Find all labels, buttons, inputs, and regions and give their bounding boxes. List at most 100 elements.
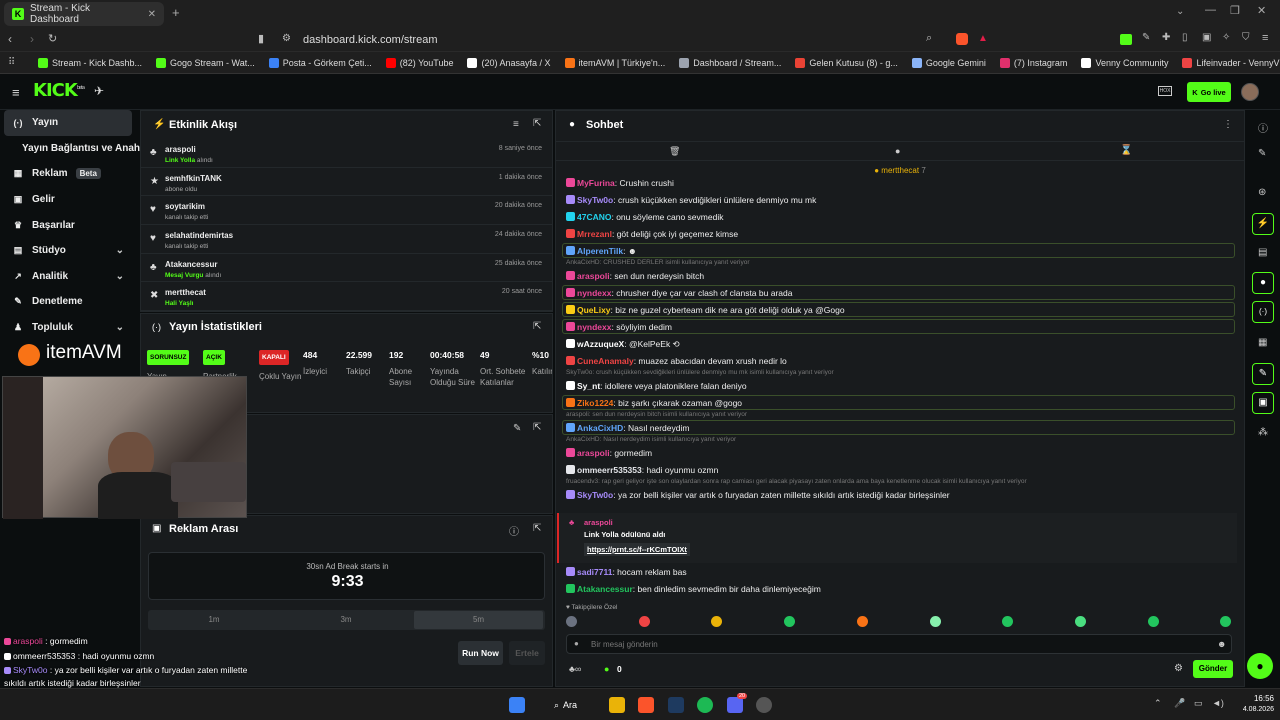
sidebar-item[interactable]: ▦ Reklam Beta	[0, 161, 138, 187]
chat-username[interactable]: AnkaCixHD	[577, 423, 623, 433]
site-info-icon[interactable]: ⚙	[282, 33, 291, 44]
ad-popout-icon[interactable]: ⇱	[533, 523, 541, 534]
forward-icon[interactable]: ›	[30, 32, 34, 46]
rail-assist-button[interactable]: ●	[1247, 653, 1273, 679]
kick-logo[interactable]: KICKbeta	[33, 80, 85, 101]
chevron-down-icon[interactable]: ⌄	[116, 271, 124, 282]
taskbar-search[interactable]: ⌕ Ara	[548, 694, 596, 716]
rail-doc-icon[interactable]: ▤	[1258, 247, 1267, 258]
new-tab-icon[interactable]: +	[172, 5, 180, 20]
chat-username[interactable]: araspoli	[577, 448, 610, 458]
extension-icon[interactable]: ✎	[1142, 32, 1150, 43]
close-window-icon[interactable]: ✕	[1257, 4, 1266, 17]
kick-extension-icon[interactable]	[1120, 34, 1132, 45]
chat-username[interactable]: sadi7711	[577, 567, 612, 577]
reward-link[interactable]: https://prnt.sc/f--rKCmTOIXt	[584, 543, 690, 556]
sidebar-toggle-icon[interactable]: ▯	[1182, 32, 1188, 43]
chat-input[interactable]: ● Bir mesaj gönderin ☻	[566, 634, 1232, 654]
rail-pencil-icon[interactable]: ✎	[1258, 148, 1266, 159]
pinned-users-icon[interactable]: ♣∞	[569, 664, 581, 674]
send-button[interactable]: Gönder	[1193, 660, 1233, 678]
chat-username[interactable]: 47CANO	[577, 212, 611, 222]
emote-icon[interactable]	[1002, 616, 1014, 627]
chat-username[interactable]: nyndexx	[577, 288, 612, 298]
tab-search-icon[interactable]: ⌄	[1176, 6, 1184, 17]
edit-icon[interactable]: ✎	[513, 423, 521, 434]
url-field[interactable]: ⚙ dashboard.kick.com/stream	[276, 28, 996, 52]
chat-username[interactable]: Mrrezanl	[577, 229, 612, 239]
delay-button[interactable]: Ertele	[509, 641, 545, 665]
chat-username[interactable]: araspoli	[577, 271, 610, 281]
clock-date[interactable]: 4.08.2026	[1224, 706, 1274, 713]
hamburger-icon[interactable]: ≡	[12, 85, 20, 100]
bookmark-item[interactable]: Stream - Kick Dashb...	[38, 57, 142, 68]
sidebar-item[interactable]: (·) Yayın	[4, 110, 132, 136]
emoji-icon[interactable]: ☻	[1217, 639, 1226, 649]
leo-icon[interactable]: ✧	[1222, 32, 1230, 43]
steam-icon[interactable]	[668, 697, 684, 713]
browser-tab[interactable]: K Stream - Kick Dashboard ✕	[4, 2, 164, 26]
pin-icon[interactable]: ✈	[94, 84, 104, 98]
bookmark-item[interactable]: Gelen Kutusu (8) - g...	[795, 57, 898, 68]
emote-icon[interactable]	[1147, 616, 1159, 627]
popout-icon[interactable]: ⇱	[533, 118, 541, 129]
hourglass-icon[interactable]: ⌛	[1120, 145, 1132, 156]
rail-chat-icon[interactable]: ●	[1252, 272, 1274, 294]
sidebar-item[interactable]: ✎ Denetleme	[0, 289, 138, 315]
chat-username[interactable]: Atakancessur	[577, 584, 633, 594]
chat-menu-icon[interactable]: ⋮	[1223, 119, 1233, 130]
rail-tools-icon[interactable]: ✎	[1252, 363, 1274, 385]
duration-5m[interactable]: 5m	[414, 611, 543, 629]
rail-mod-icon[interactable]: ⊛	[1258, 187, 1266, 198]
tray-chevron-icon[interactable]: ⌃	[1154, 698, 1162, 709]
chevron-down-icon[interactable]: ⌄	[116, 245, 124, 256]
bookmark-item[interactable]: Posta - Görkem Çeti...	[268, 57, 372, 68]
file-explorer-icon[interactable]	[609, 697, 625, 713]
discord-icon[interactable]	[727, 697, 743, 713]
vpn-icon[interactable]: ⛉	[1242, 32, 1250, 43]
bookmark-item[interactable]: Dashboard / Stream...	[679, 57, 781, 68]
rail-activity-icon[interactable]: ⚡	[1252, 213, 1274, 235]
chat-mode-icon[interactable]: ●	[895, 146, 900, 156]
info-icon[interactable]: ⓘ	[509, 523, 519, 538]
clock-time[interactable]: 16:56	[1234, 694, 1274, 703]
emote-icon[interactable]	[638, 616, 650, 627]
maximize-icon[interactable]: ❐	[1230, 4, 1240, 17]
mic-icon[interactable]: 🎤	[1174, 698, 1185, 709]
event-user[interactable]: mertthecat	[165, 288, 206, 297]
covered-popout-icon[interactable]: ⇱	[533, 422, 541, 433]
bookmark-item[interactable]: (82) YouTube	[385, 57, 453, 68]
chevron-down-icon[interactable]: ⌄	[116, 322, 124, 333]
event-user[interactable]: Atakancessur	[165, 260, 217, 269]
rail-info-icon[interactable]: ⓘ	[1258, 120, 1268, 135]
chat-username[interactable]: Sy_nt	[577, 381, 600, 391]
rail-ad-icon[interactable]: ▣	[1252, 392, 1274, 414]
sidebar-item[interactable]: ↗ Analitik ⌄	[0, 264, 138, 290]
wallet-icon[interactable]: ▣	[1202, 32, 1211, 43]
windows-start-icon[interactable]	[509, 697, 525, 713]
minimize-icon[interactable]: —	[1205, 4, 1216, 16]
rail-print-icon[interactable]: ▦	[1258, 337, 1267, 348]
spotify-icon[interactable]	[697, 697, 713, 713]
bookmark-icon[interactable]: ▮	[258, 32, 264, 45]
bookmark-item[interactable]: (20) Anasayfa / X	[467, 57, 551, 68]
sidebar-item[interactable]: Yayın Bağlantısı ve Anahtarı	[0, 136, 156, 162]
menu-icon[interactable]: ≡	[1262, 32, 1268, 44]
obs-icon[interactable]	[756, 697, 772, 713]
duration-3m[interactable]: 3m	[280, 610, 412, 630]
apps-grid-icon[interactable]: ⠿	[8, 57, 15, 68]
reward-user[interactable]: araspoli	[584, 518, 613, 527]
emote-icon[interactable]	[1074, 616, 1086, 627]
back-icon[interactable]: ‹	[8, 32, 12, 46]
brave-browser-icon[interactable]	[638, 697, 654, 713]
emote-icon[interactable]	[711, 616, 723, 627]
emote-icon[interactable]	[784, 616, 796, 627]
chat-username[interactable]: Ziko1224	[577, 398, 613, 408]
mode-toggle-icon[interactable]: HOX	[1158, 86, 1172, 96]
event-user[interactable]: selahatindemirtas	[165, 231, 233, 240]
go-live-button[interactable]: K Go live	[1187, 82, 1231, 102]
event-user[interactable]: semhfkinTANK	[165, 174, 222, 183]
filter-icon[interactable]: ≡	[513, 119, 519, 130]
sidebar-item[interactable]: ♟ Topluluk ⌄	[0, 315, 138, 341]
chat-username[interactable]: CuneAnamaly	[577, 356, 634, 366]
